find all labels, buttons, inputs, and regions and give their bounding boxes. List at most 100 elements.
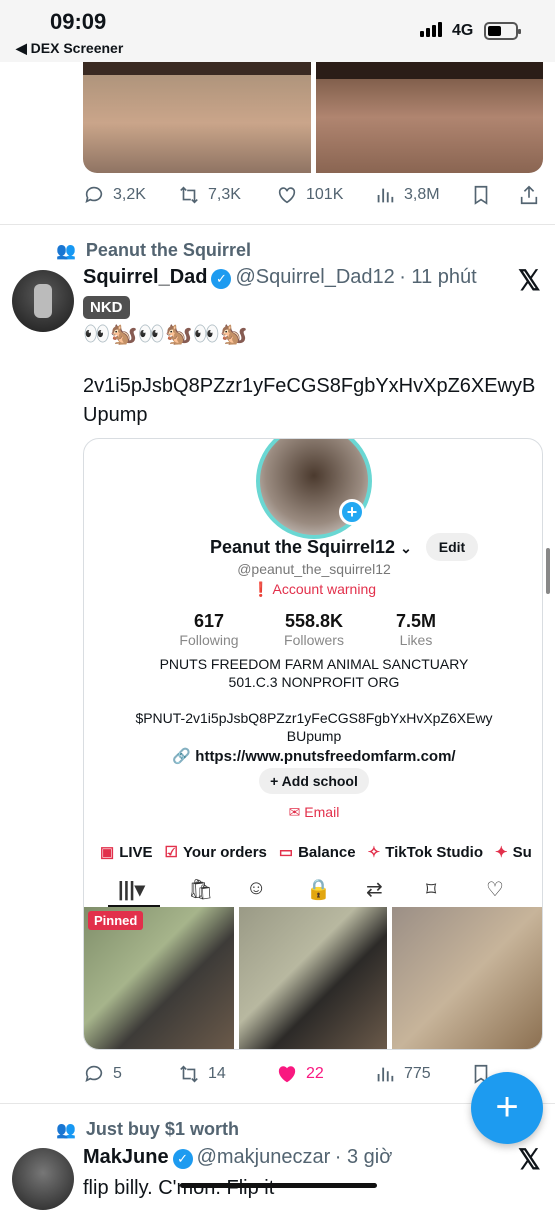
like-count: 101K xyxy=(306,186,344,203)
avatar[interactable] xyxy=(12,1148,74,1210)
user-handle[interactable]: @Squirrel_Dad12 xyxy=(235,266,394,288)
mail-icon: ✉ xyxy=(288,804,301,820)
shop-tab-icon[interactable]: 🛍 xyxy=(188,877,213,902)
back-to-app-link[interactable]: ◀ DEX Screener xyxy=(16,40,123,57)
bio-line-4: BUpump xyxy=(286,728,342,744)
reply-button[interactable]: 5 xyxy=(83,1063,122,1085)
chevron-down-icon[interactable]: ⌄ xyxy=(400,540,412,556)
community-name: Peanut the Squirrel xyxy=(85,240,251,260)
toolbar-studio[interactable]: ✧ TikTok Studio xyxy=(368,837,483,867)
tweet-text: 2v1i5pJsbQ8PZzr1yFeCGS8FgbYxHvXpZ6XEwyB xyxy=(83,375,536,397)
video-thumbnail[interactable] xyxy=(239,907,387,1049)
x-logo-icon: 𝕏 xyxy=(518,265,541,296)
toolbar-label: TikTok Studio xyxy=(385,843,483,861)
heart-icon xyxy=(278,1066,296,1083)
toolbar-label: Balance xyxy=(298,843,356,861)
user-handle[interactable]: @makjuneczar xyxy=(197,1146,331,1168)
display-name[interactable]: Squirrel_Dad xyxy=(83,266,207,288)
link-icon: 🔗 xyxy=(172,748,192,765)
verified-icon: ✓ xyxy=(211,269,232,289)
more-icon: ✦ xyxy=(494,844,508,861)
profile-tabs: |||▾ 🛍 ☺ 🔒 ⇄ ⌑ ♡ xyxy=(84,873,542,907)
like-button[interactable]: 101K xyxy=(276,184,343,206)
toolbar-label: Your orders xyxy=(182,843,267,861)
stat-following[interactable]: 617 Following xyxy=(154,611,264,648)
bookmark-icon xyxy=(474,185,488,205)
stat-number: 617 xyxy=(193,611,225,631)
tweet-header: MakJune ✓ @makjuneczar · 3 giờ xyxy=(83,1146,392,1169)
add-school-button[interactable]: + Add school xyxy=(259,768,369,794)
community-tag: NKD xyxy=(83,296,130,319)
sticker-tab-icon[interactable]: ☺ xyxy=(246,877,266,900)
video-thumbnail[interactable] xyxy=(392,907,542,1049)
video-thumbnail[interactable]: Pinned xyxy=(84,907,234,1049)
toolbar-balance[interactable]: ▭ Balance xyxy=(279,837,356,867)
toolbar-label: LIVE xyxy=(119,843,153,861)
repost-tab-icon[interactable]: ⇄ xyxy=(366,877,383,902)
bookmark-tab-icon[interactable]: ⌑ xyxy=(426,877,436,902)
status-bar: 09:09 ◀ DEX Screener 4G xyxy=(0,0,555,62)
toolbar-more[interactable]: ✦ Su xyxy=(495,837,532,867)
home-indicator[interactable] xyxy=(180,1183,377,1188)
stat-label: Likes xyxy=(399,632,433,648)
heart-icon xyxy=(278,187,296,204)
like-button[interactable]: 22 xyxy=(276,1063,324,1085)
display-name[interactable]: MakJune xyxy=(83,1146,169,1168)
views-icon xyxy=(377,1067,394,1082)
profile-link[interactable]: 🔗 https://www.pnutsfreedomfarm.com/ xyxy=(84,747,542,765)
views-button[interactable]: 775 xyxy=(374,1063,431,1085)
stat-number: 558.8K xyxy=(284,611,344,631)
retweet-icon xyxy=(180,1065,198,1083)
tweet-image-1[interactable] xyxy=(83,62,311,173)
battery-icon xyxy=(484,22,521,40)
profile-link-text: https://www.pnutsfreedomfarm.com/ xyxy=(195,748,456,765)
reply-button[interactable]: 3,2K xyxy=(83,184,146,206)
plus-icon: + xyxy=(495,1085,519,1129)
reply-count: 3,2K xyxy=(113,186,146,203)
warning-icon: ❗ xyxy=(251,581,270,597)
tweet-divider xyxy=(0,224,555,225)
email-button[interactable]: ✉ Email xyxy=(84,804,542,821)
stat-label: Following xyxy=(179,632,239,648)
community-name: Just buy $1 worth xyxy=(85,1119,239,1139)
community-context[interactable]: 👥 Peanut the Squirrel xyxy=(56,240,251,261)
x-logo-icon: 𝕏 xyxy=(518,1144,541,1175)
account-warning-label: Account warning xyxy=(272,581,377,597)
stat-followers[interactable]: 558.8K Followers xyxy=(264,611,364,648)
like-count: 22 xyxy=(306,1065,324,1082)
email-label: Email xyxy=(304,804,340,820)
tweet-emoji-line: 👀🐿️👀🐿️👀🐿️ xyxy=(83,321,248,346)
retweet-button[interactable]: 7,3K xyxy=(178,184,241,206)
tweet-time: · 3 giờ xyxy=(334,1146,393,1168)
community-context[interactable]: 👥 Just buy $1 worth xyxy=(56,1119,239,1140)
compose-button[interactable]: + xyxy=(471,1072,543,1144)
scrollbar[interactable] xyxy=(546,548,550,594)
lock-tab-icon[interactable]: 🔒 xyxy=(306,877,331,902)
add-profile-icon[interactable]: + xyxy=(339,499,365,525)
status-time: 09:09 xyxy=(50,9,107,34)
account-warning[interactable]: ❗ Account warning xyxy=(84,581,542,598)
views-button[interactable]: 3,8M xyxy=(374,184,440,206)
retweet-icon xyxy=(180,186,198,204)
bio-line-1: PNUTS FREEDOM FARM ANIMAL SANCTUARY xyxy=(159,656,469,672)
signal-icon xyxy=(420,22,442,37)
toolbar-orders[interactable]: ☑ Your orders xyxy=(165,837,267,867)
edit-button[interactable]: Edit xyxy=(426,533,478,561)
tweet-image-2[interactable] xyxy=(316,62,543,173)
stat-likes[interactable]: 7.5M Likes xyxy=(366,611,466,648)
video-grid: Pinned xyxy=(84,907,542,1049)
grid-tab-icon[interactable]: |||▾ xyxy=(118,877,145,902)
avatar[interactable] xyxy=(12,270,74,332)
views-count: 3,8M xyxy=(404,186,440,203)
toolbar-live[interactable]: ▣ LIVE xyxy=(100,837,153,867)
bookmark-button[interactable] xyxy=(470,184,492,206)
liked-tab-icon[interactable]: ♡ xyxy=(486,877,504,902)
profile-toolbar: ▣ LIVE ☑ Your orders ▭ Balance ✧ TikTok Stud… xyxy=(84,837,542,867)
share-button[interactable] xyxy=(518,184,540,206)
retweet-button[interactable]: 14 xyxy=(178,1063,226,1085)
tweet-media-card[interactable]: + Peanut the Squirrel12 ⌄ Edit @peanut_t… xyxy=(83,438,543,1050)
bio-line-2: 501.C.3 NONPROFIT ORG xyxy=(228,674,400,690)
studio-icon: ✧ xyxy=(367,844,381,861)
tweet-text-continued: Upump xyxy=(83,404,148,426)
stat-label: Followers xyxy=(284,632,344,648)
